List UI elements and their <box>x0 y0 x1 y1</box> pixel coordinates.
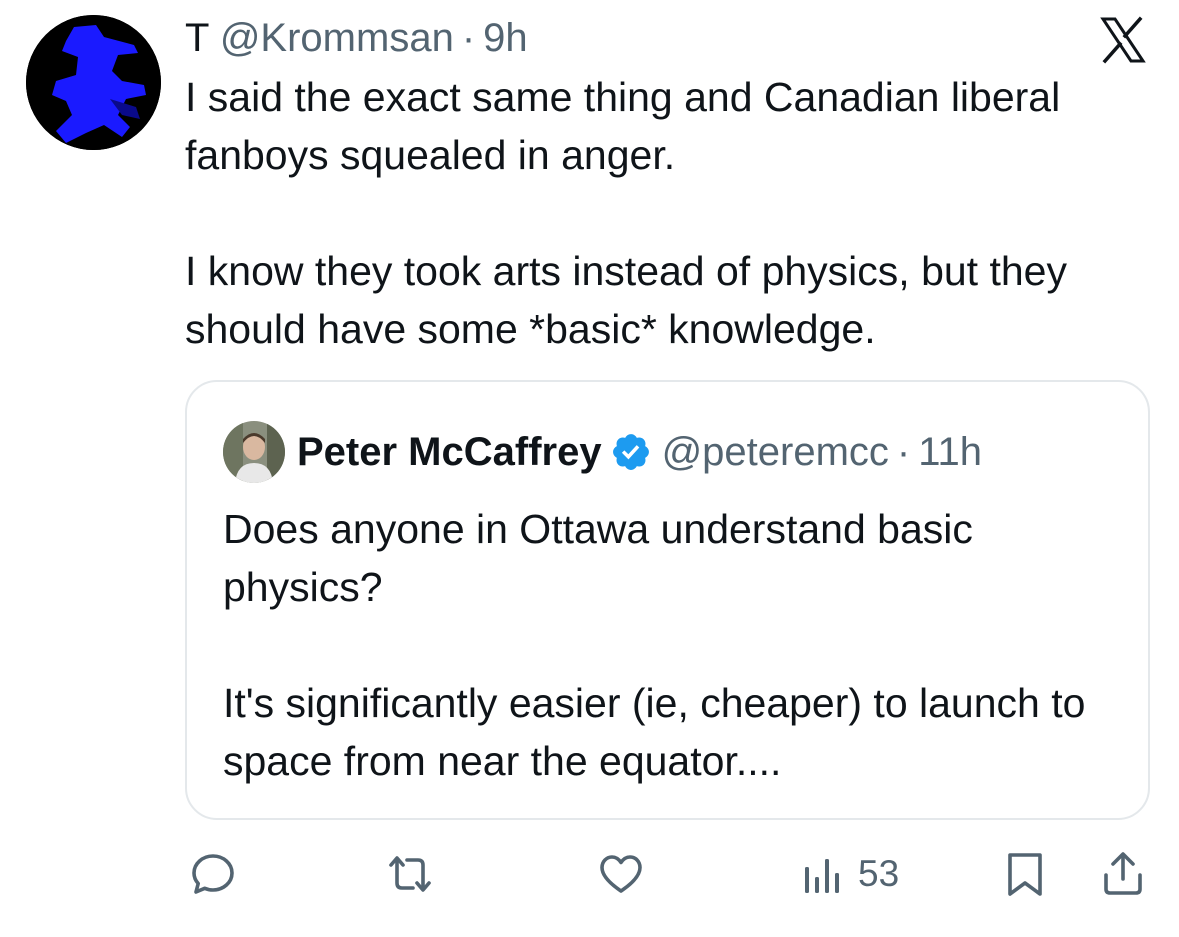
reply-button[interactable] <box>188 846 238 902</box>
quoted-tweet-paragraph: Does anyone in Ottawa understand basic p… <box>223 506 973 610</box>
retweet-icon <box>389 856 431 892</box>
quoted-tweet-paragraph: It's significantly easier (ie, cheaper) … <box>223 680 1086 784</box>
share-icon <box>1104 852 1142 895</box>
quoted-tweet-header: Peter McCaffrey @peteremcc · 11h <box>223 420 982 484</box>
tweet-paragraph: I know they took arts instead of physics… <box>185 248 1067 352</box>
quoted-author-name[interactable]: Peter McCaffrey <box>297 430 602 475</box>
quoted-tweet-card[interactable]: Peter McCaffrey @peteremcc · 11h Does an… <box>185 380 1150 820</box>
tweet-header: T @Krommsan · 9h <box>185 14 528 62</box>
separator-dot: · <box>453 16 484 60</box>
heart-icon <box>600 855 642 893</box>
views-button[interactable]: 53 <box>798 846 899 902</box>
tweet-text: I said the exact same thing and Canadian… <box>185 68 1160 358</box>
author-avatar[interactable] <box>26 15 161 150</box>
author-name[interactable]: T <box>185 16 220 60</box>
like-button[interactable] <box>596 846 646 902</box>
views-count: 53 <box>858 853 900 894</box>
reply-icon <box>192 854 234 894</box>
tweet-time[interactable]: 9h <box>483 16 528 60</box>
verified-badge-icon <box>612 434 649 470</box>
quoted-tweet-text: Does anyone in Ottawa understand basic p… <box>223 500 1123 790</box>
action-bar: 53 <box>0 840 1179 910</box>
quoted-tweet-time[interactable]: 11h <box>918 430 982 475</box>
views-icon <box>805 859 839 893</box>
x-logo-icon <box>1097 15 1147 65</box>
tweet-paragraph: I said the exact same thing and Canadian… <box>185 74 1061 178</box>
separator-dot: · <box>888 429 919 474</box>
retweet-button[interactable] <box>385 846 435 902</box>
quoted-author-handle[interactable]: @peteremcc <box>662 430 889 475</box>
quoted-author-avatar <box>223 421 285 483</box>
share-button[interactable] <box>1098 846 1148 902</box>
bookmark-button[interactable] <box>1000 846 1050 902</box>
avatar-image <box>26 15 161 150</box>
bookmark-icon <box>1008 853 1042 896</box>
author-handle[interactable]: @Krommsan <box>220 16 454 60</box>
